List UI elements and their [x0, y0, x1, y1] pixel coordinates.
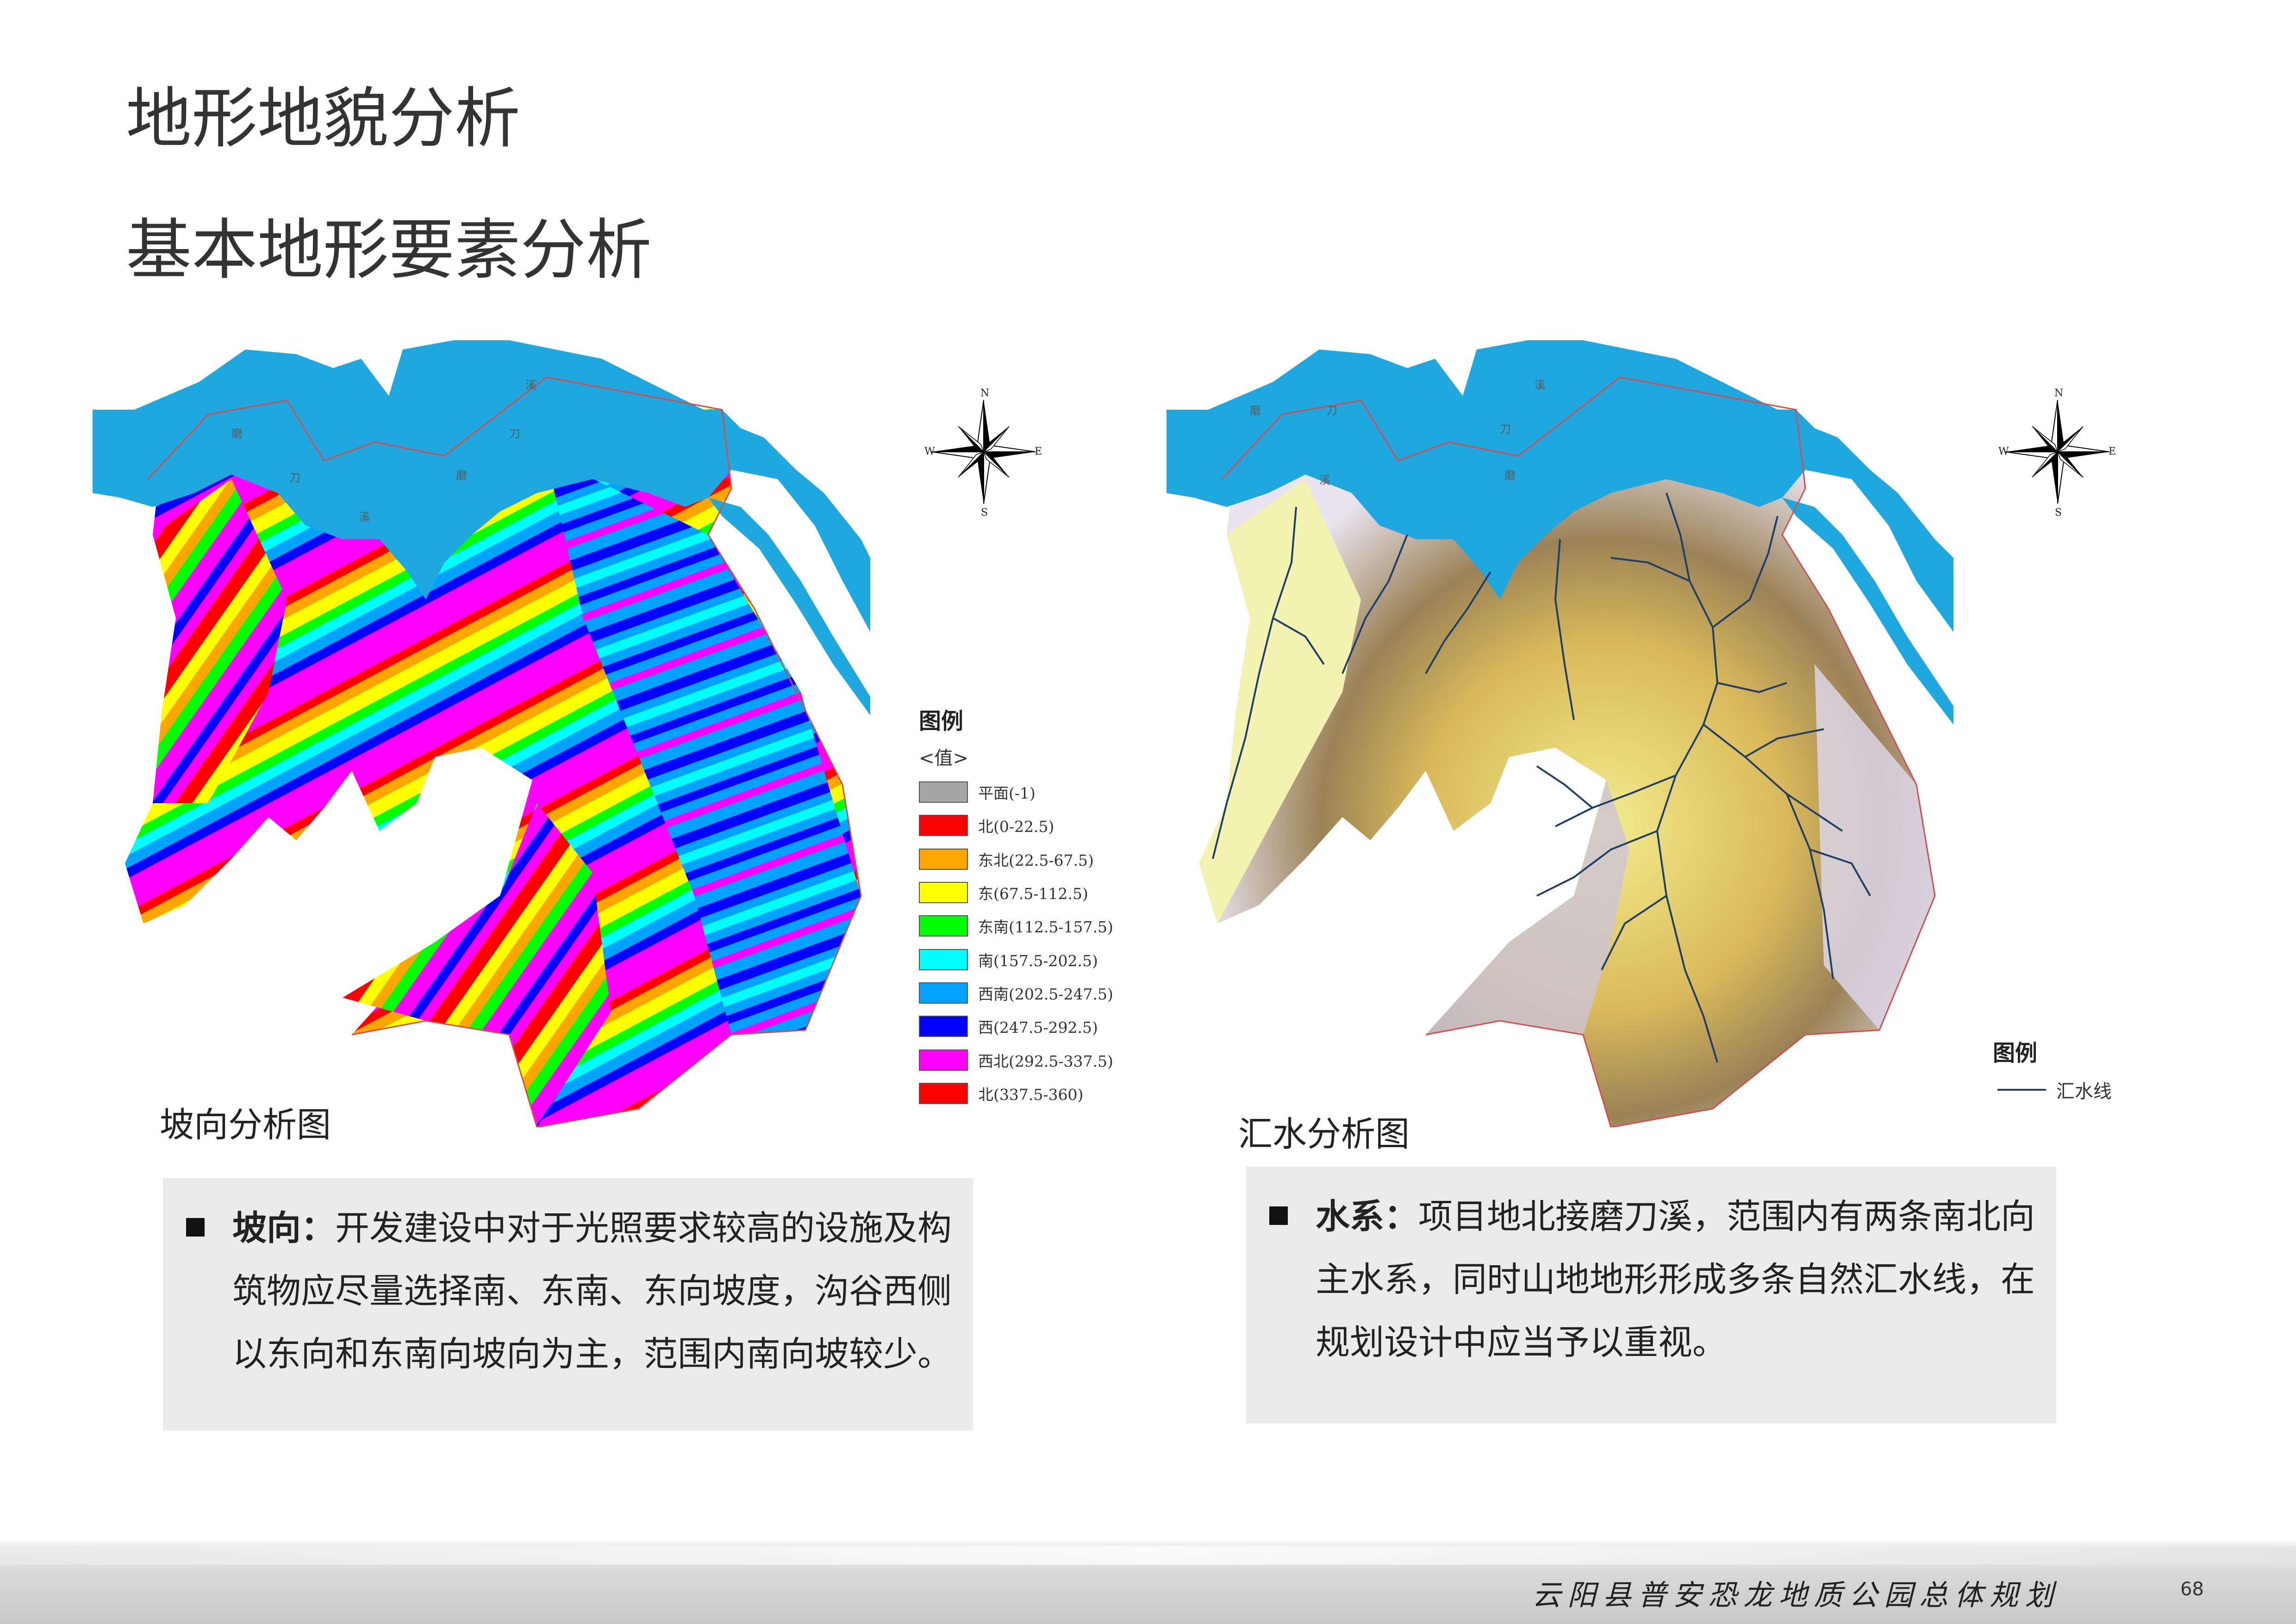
map-label: 磨 — [456, 469, 467, 482]
legend-swatch — [919, 949, 968, 970]
map-label: 磨 — [1504, 469, 1516, 482]
svg-text:S: S — [2055, 507, 2062, 518]
map-label: 磨 — [1250, 404, 1261, 417]
map-label: 刀 — [1326, 404, 1337, 417]
water-note-box: 水系：项目地北接磨刀溪，范围内有两条南北向主水系，同时山地地形形成多条自然汇水线… — [1246, 1167, 2056, 1424]
legend-label: 北(0-22.5) — [978, 818, 1054, 836]
legend-row: 平面(-1) — [919, 775, 1113, 809]
note-term: 水系： — [1316, 1197, 1418, 1237]
map-label: 溪 — [525, 379, 537, 392]
map-label: 刀 — [1500, 423, 1511, 436]
aspect-map: 磨 刀 溪 溪 刀 磨 — [93, 340, 870, 1128]
svg-text:E: E — [1035, 446, 1042, 457]
map-label: 刀 — [289, 471, 300, 484]
svg-text:E: E — [2109, 446, 2116, 457]
map-label: 溪 — [359, 511, 370, 524]
legend-row: 北(0-22.5) — [919, 809, 1113, 842]
aspect-note-box: 坡向：开发建设中对于光照要求较高的设施及构筑物应尽量选择南、东南、东向坡度，沟谷… — [163, 1178, 973, 1430]
page-number: 68 — [2180, 1579, 2204, 1600]
catchment-map: 磨 刀 溪 溪 刀 磨 — [1167, 340, 1972, 1128]
legend-row: 北(337.5-360) — [919, 1077, 1113, 1110]
svg-text:N: N — [2054, 387, 2063, 399]
page-subtitle: 基本地形要素分析 — [126, 212, 652, 288]
legend-label: 平面(-1) — [978, 784, 1036, 803]
note-body: 项目地北接磨刀溪，范围内有两条南北向主水系，同时山地地形形成多条自然汇水线，在规… — [1316, 1197, 2035, 1362]
north-arrow-icon: N S W E — [923, 384, 1044, 518]
map-label: 溪 — [1319, 474, 1330, 487]
legend-swatch — [919, 1016, 968, 1037]
legend-label: 南(157.5-202.5) — [978, 951, 1098, 970]
legend-swatch — [919, 982, 968, 1004]
legend-label: 西南(202.5-247.5) — [978, 985, 1113, 1003]
legend-swatch — [919, 882, 968, 904]
map-caption: 汇水分析图 — [1238, 1114, 1410, 1154]
svg-text:S: S — [981, 507, 988, 518]
legend-swatch — [919, 815, 968, 837]
footer-highlight — [0, 1546, 2296, 1565]
legend-swatch — [919, 1049, 968, 1071]
legend-title: 图例 — [919, 708, 964, 734]
aspect-legend: 平面(-1) 北(0-22.5) 东北(22.5-67.5) 东(67.5-112.5… — [919, 775, 1113, 1110]
legend-subtitle: <值> — [919, 748, 969, 769]
bullet-square-icon — [1269, 1206, 1288, 1225]
legend-row: 东(67.5-112.5) — [919, 876, 1113, 909]
water-line-swatch — [1997, 1089, 2046, 1091]
bullet-square-icon — [186, 1218, 205, 1237]
map-label: 磨 — [231, 427, 243, 440]
catchment-legend: 汇水线 — [1997, 1076, 2112, 1103]
legend-label: 东北(22.5-67.5) — [978, 851, 1094, 869]
note-body: 开发建设中对于光照要求较高的设施及构筑物应尽量选择南、东南、东向坡度，沟谷西侧以… — [232, 1208, 952, 1374]
note-term: 坡向： — [232, 1208, 335, 1248]
legend-swatch — [919, 1082, 968, 1104]
legend-label: 北(337.5-360) — [978, 1085, 1084, 1104]
legend-label: 东南(112.5-157.5) — [978, 918, 1113, 937]
legend-swatch — [919, 848, 968, 870]
legend-row: 东北(22.5-67.5) — [919, 843, 1113, 876]
water-note: 水系：项目地北接磨刀溪，范围内有两条南北向主水系，同时山地地形形成多条自然汇水线… — [1260, 1185, 2038, 1374]
legend-row: 东南(112.5-157.5) — [919, 909, 1113, 943]
legend-label: 西北(292.5-337.5) — [978, 1052, 1113, 1070]
legend-row: 南(157.5-202.5) — [919, 943, 1113, 976]
north-arrow-icon: N S W E — [1997, 384, 2118, 518]
legend-label: 汇水线 — [2056, 1081, 2112, 1102]
legend-row: 西南(202.5-247.5) — [919, 976, 1113, 1010]
legend-title: 图例 — [1993, 1040, 2038, 1066]
footer-project-name: 云阳县普安恐龙地质公园总体规划 — [1532, 1578, 2060, 1612]
legend-label: 东(67.5-112.5) — [978, 885, 1088, 903]
legend-row: 西北(292.5-337.5) — [919, 1043, 1113, 1076]
legend-swatch — [919, 915, 968, 937]
legend-row: 西(247.5-292.5) — [919, 1010, 1113, 1043]
page-title: 地形地貌分析 — [126, 81, 520, 157]
map-label: 溪 — [1535, 379, 1546, 392]
svg-text:N: N — [980, 387, 989, 399]
legend-label: 西(247.5-292.5) — [978, 1018, 1098, 1037]
map-caption: 坡向分析图 — [160, 1105, 331, 1145]
legend-swatch — [919, 781, 968, 803]
aspect-note: 坡向：开发建设中对于光照要求较高的设施及构筑物应尽量选择南、东南、东向坡度，沟谷… — [177, 1197, 955, 1386]
map-label: 刀 — [509, 427, 520, 440]
